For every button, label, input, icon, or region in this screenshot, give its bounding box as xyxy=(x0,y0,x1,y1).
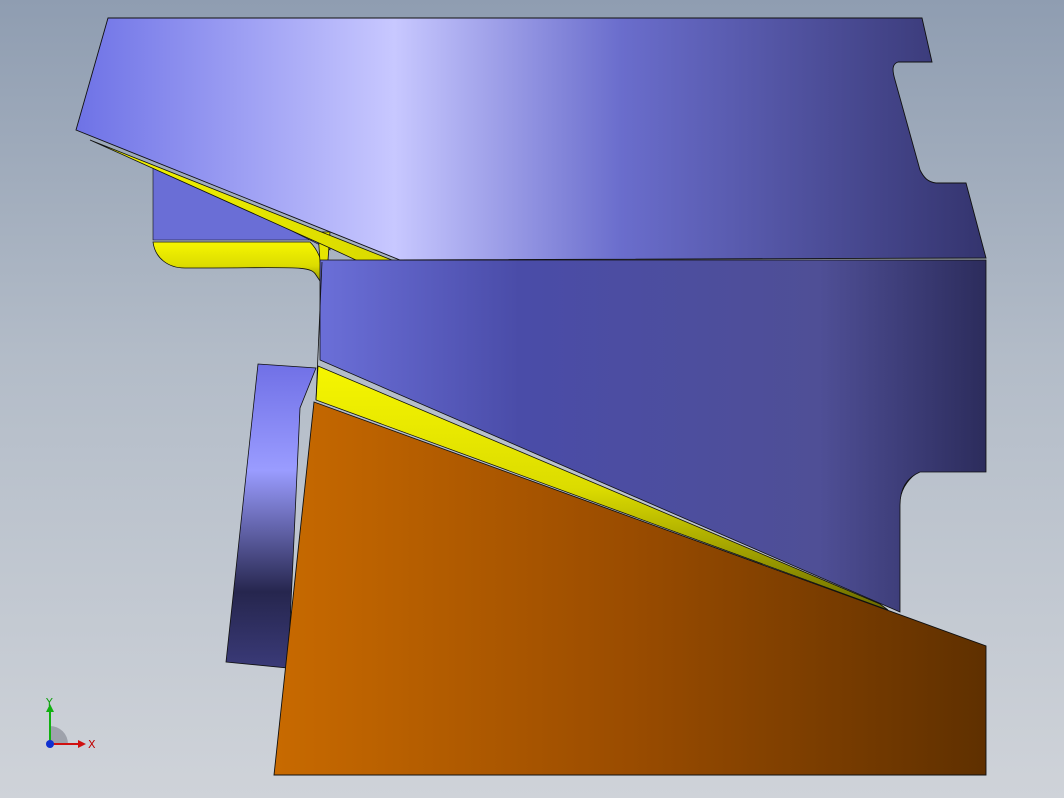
upper-left-fillet xyxy=(152,241,327,292)
x-axis-arrow xyxy=(78,740,86,748)
axis-triad[interactable]: X Y xyxy=(36,696,106,760)
cad-model[interactable] xyxy=(0,0,1064,798)
y-axis-label: Y xyxy=(45,696,53,709)
x-axis-label: X xyxy=(88,738,96,751)
3d-viewport[interactable]: X Y xyxy=(0,0,1064,798)
z-axis-dot xyxy=(46,740,54,748)
